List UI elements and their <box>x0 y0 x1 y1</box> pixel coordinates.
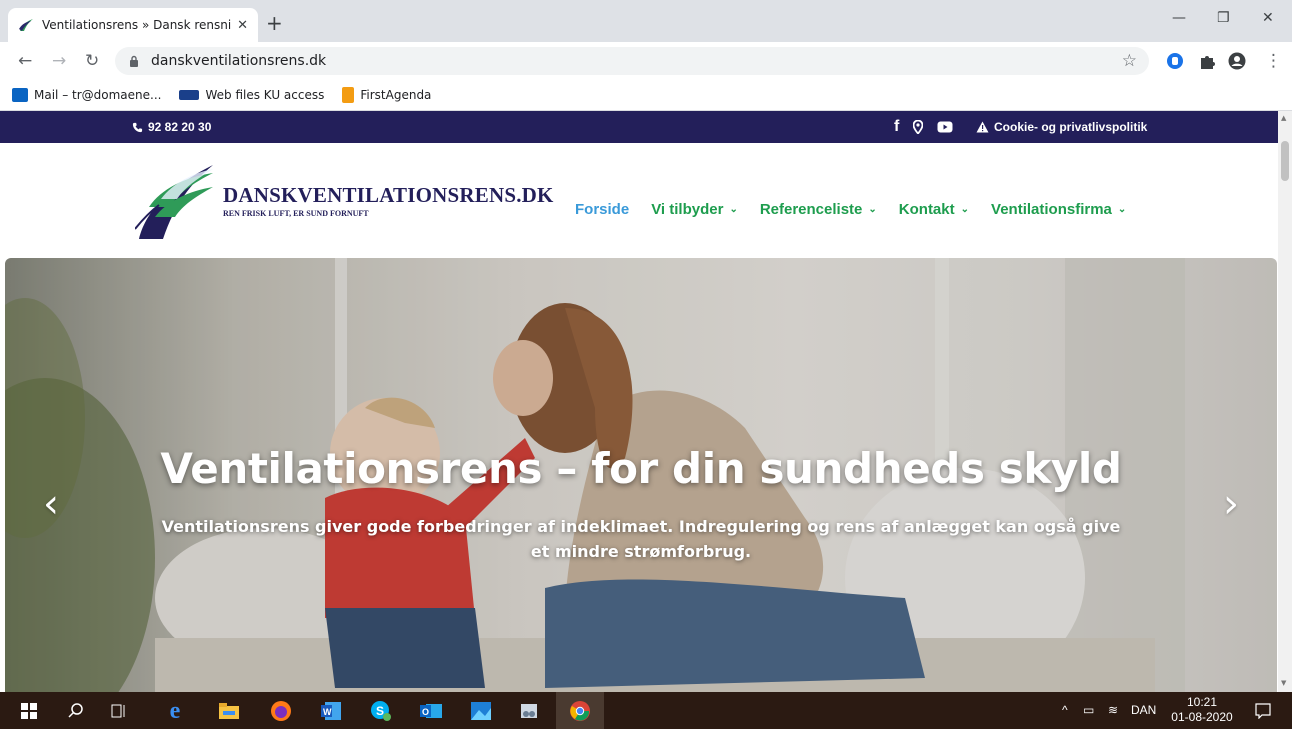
browser-toolbar: ← → ↻ danskventilationsrens.dk ☆ ⋮ <box>0 42 1292 80</box>
minimize-icon[interactable]: — <box>1172 10 1186 26</box>
edge-icon[interactable]: e <box>162 698 188 724</box>
facebook-icon[interactable]: f <box>894 118 899 136</box>
cookie-policy-label: Cookie- og privatlivspolitik <box>994 120 1148 134</box>
notifications-icon[interactable] <box>1250 698 1276 724</box>
clock-date: 01-08-2020 <box>1171 710 1233 724</box>
brand-tagline: REN FRISK LUFT, ER SUND FORNUFT <box>223 209 369 218</box>
menu-item-referenceliste[interactable]: Referenceliste ⌄ <box>760 201 877 218</box>
bookmark-firstagenda[interactable]: FirstAgenda <box>342 87 431 103</box>
menu-label: Forside <box>575 201 630 218</box>
hero-title: Ventilationsrens – for din sundheds skyl… <box>160 444 1122 493</box>
svg-text:S: S <box>376 704 384 718</box>
firefox-icon[interactable] <box>268 698 294 724</box>
search-icon[interactable] <box>63 698 89 724</box>
logo-swoosh-icon[interactable] <box>135 159 215 241</box>
reload-icon[interactable]: ↻ <box>85 51 99 71</box>
menu-label: Ventilationsfirma <box>991 201 1112 218</box>
scroll-up-icon[interactable]: ▲ <box>1281 114 1286 122</box>
hero-slider: Ventilationsrens – for din sundheds skyl… <box>5 258 1277 692</box>
cookie-policy-link[interactable]: Cookie- og privatlivspolitik <box>976 120 1147 134</box>
scroll-down-icon[interactable]: ▼ <box>1281 679 1286 687</box>
site-topbar: 92 82 20 30 f Cookie- og privatlivspolit… <box>0 111 1278 143</box>
scrollbar-thumb[interactable] <box>1281 141 1289 181</box>
tab-strip: Ventilationsrens » Dansk rensning ✕ + — … <box>0 0 1292 42</box>
outlook-icon[interactable]: O <box>418 698 444 724</box>
restore-icon[interactable]: ❐ <box>1217 10 1230 26</box>
menu-label: Kontakt <box>898 201 955 218</box>
chevron-down-icon: ⌄ <box>729 204 738 215</box>
input-language[interactable]: DAN <box>1131 703 1156 717</box>
site-favicon-icon <box>18 17 34 33</box>
social-links: f <box>894 118 953 136</box>
svg-text:W: W <box>323 707 332 717</box>
warning-icon <box>976 121 989 133</box>
profile-avatar-icon[interactable] <box>1228 52 1246 70</box>
main-menu: Forside Vi tilbyder ⌄ Referenceliste ⌄ Kon… <box>575 201 1148 218</box>
extension-shield-icon[interactable] <box>1166 52 1184 70</box>
phone-number: 92 82 20 30 <box>148 120 212 134</box>
bookmark-mail[interactable]: Mail – tr@domaene... <box>12 88 161 102</box>
lock-icon <box>130 55 138 67</box>
phone-link[interactable]: 92 82 20 30 <box>132 120 211 134</box>
address-bar[interactable]: danskventilationsrens.dk ☆ <box>115 47 1149 75</box>
site-header: DANSKVENTILATIONSRENS.DK REN FRISK LUFT,… <box>0 143 1278 257</box>
battery-icon[interactable]: ▭ <box>1083 703 1094 717</box>
menu-item-ventilationsfirma[interactable]: Ventilationsfirma ⌄ <box>991 201 1126 218</box>
svg-text:O: O <box>422 707 429 717</box>
extensions-puzzle-icon[interactable] <box>1198 52 1216 70</box>
chrome-icon[interactable] <box>567 698 593 724</box>
phone-icon <box>132 122 143 132</box>
task-view-icon[interactable] <box>106 698 132 724</box>
chevron-down-icon: ⌄ <box>868 204 877 215</box>
system-clock[interactable]: 10:21 01-08-2020 <box>1166 695 1238 725</box>
bookmark-label: FirstAgenda <box>360 88 432 102</box>
menu-item-vi-tilbyder[interactable]: Vi tilbyder ⌄ <box>651 201 738 218</box>
forward-icon[interactable]: → <box>52 51 66 71</box>
tab-title: Ventilationsrens » Dansk rensning <box>42 18 232 32</box>
window-close-icon[interactable]: ✕ <box>1262 10 1274 26</box>
wifi-icon[interactable]: ≋ <box>1108 703 1118 717</box>
ku-icon <box>179 90 200 100</box>
browser-menu-icon[interactable]: ⋮ <box>1265 51 1282 71</box>
hero-subtitle: Ventilationsrens giver gode forbedringer… <box>161 517 1121 561</box>
menu-label: Referenceliste <box>759 201 863 218</box>
clock-time: 10:21 <box>1186 695 1218 709</box>
menu-item-forside[interactable]: Forside <box>575 201 629 218</box>
bookmark-web-files[interactable]: Web files KU access <box>179 88 324 102</box>
bookmarks-bar: Mail – tr@domaene... Web files KU access… <box>0 80 1292 111</box>
photos-icon[interactable] <box>468 698 494 724</box>
bookmark-star-icon[interactable]: ☆ <box>1122 51 1137 71</box>
url-text: danskventilationsrens.dk <box>151 53 327 69</box>
file-explorer-icon[interactable] <box>216 698 242 724</box>
bookmark-label: Mail – tr@domaene... <box>34 88 162 102</box>
firstagenda-icon <box>342 87 355 103</box>
browser-tab[interactable]: Ventilationsrens » Dansk rensning ✕ <box>8 8 258 42</box>
map-pin-icon[interactable] <box>913 120 924 134</box>
slider-prev-icon[interactable]: ‹ <box>43 484 59 524</box>
show-hidden-icons-icon[interactable]: ^ <box>1062 703 1068 717</box>
youtube-icon[interactable] <box>937 121 953 133</box>
windows-start-icon[interactable] <box>16 698 42 724</box>
menu-label: Vi tilbyder <box>651 201 724 218</box>
brand-name[interactable]: DANSKVENTILATIONSRENS.DK <box>223 183 554 208</box>
tab-close-icon[interactable]: ✕ <box>237 18 248 33</box>
chevron-down-icon: ⌄ <box>960 204 970 215</box>
menu-item-kontakt[interactable]: Kontakt ⌄ <box>899 201 969 218</box>
snipping-tool-icon[interactable] <box>516 698 542 724</box>
back-icon[interactable]: ← <box>18 51 32 71</box>
page-viewport: 92 82 20 30 f Cookie- og privatlivspolit… <box>0 111 1278 692</box>
page-scrollbar[interactable]: ▲ ▼ <box>1278 111 1292 692</box>
bookmark-label: Web files KU access <box>205 88 325 102</box>
windows-taskbar: e W S O ^ ▭ ≋ DAN 10:21 01-08-2020 <box>0 692 1292 729</box>
new-tab-button[interactable]: + <box>266 13 283 33</box>
chevron-down-icon: ⌄ <box>1117 204 1127 215</box>
slider-next-icon[interactable]: › <box>1223 484 1239 524</box>
word-icon[interactable]: W <box>318 698 344 724</box>
skype-icon[interactable]: S <box>368 698 394 724</box>
outlook-icon <box>12 88 28 102</box>
